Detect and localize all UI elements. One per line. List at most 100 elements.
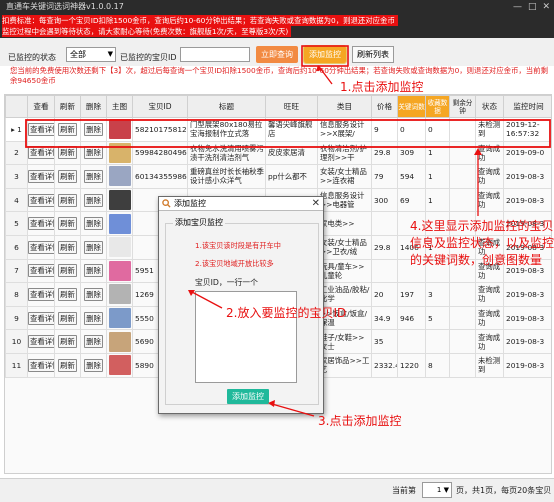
add-monitor-button[interactable]: 添加监控 [303, 45, 347, 64]
product-thumbnail [108, 166, 131, 187]
view-details-button[interactable]: 查看详情 [28, 311, 54, 325]
header-price[interactable]: 价格 [371, 95, 398, 118]
header-keyword-count[interactable]: 关键词数 [397, 95, 426, 118]
refresh-row-button[interactable]: 刷新 [58, 146, 77, 160]
header-category[interactable]: 类目 [317, 95, 372, 118]
item-id-cell: 58210175812 [132, 117, 188, 142]
delete-row-button[interactable]: 删除 [84, 264, 103, 278]
refresh-row-button[interactable]: 刷新 [58, 240, 77, 254]
refresh-row-button[interactable]: 刷新 [58, 287, 77, 301]
status-filter-select[interactable]: 全部 ▼ [66, 47, 116, 62]
page-select[interactable]: 1 ▼ [422, 482, 452, 498]
refresh-row-button[interactable]: 刷新 [58, 193, 77, 207]
view-details-button[interactable]: 查看详情 [28, 169, 54, 183]
fee-notice: 扣费标准：每查询一个宝贝ID扣除1500金币，查询后约10-60分钟出结果；若查… [0, 14, 554, 38]
close-icon[interactable]: ✕ [542, 0, 550, 14]
refresh-row-button[interactable]: 刷新 [58, 335, 77, 349]
image-cell [106, 211, 133, 236]
status-cell: 查询成功 [475, 329, 504, 354]
view-details-button[interactable]: 查看详情 [28, 240, 54, 254]
header-minutes-left[interactable]: 剩余分钟 [449, 95, 476, 118]
header-monitor-time[interactable]: 监控时间 [503, 95, 551, 118]
view-details-button[interactable]: 查看详情 [28, 146, 54, 160]
refresh-row-button[interactable]: 刷新 [58, 311, 77, 325]
header-refresh[interactable]: 刷新 [54, 95, 81, 118]
header-status[interactable]: 状态 [475, 95, 504, 118]
keyword-count-cell: 69 [397, 187, 426, 213]
view-cell: 查看详情 [27, 140, 55, 166]
delete-row-button[interactable]: 删除 [84, 335, 103, 349]
delete-row-button[interactable]: 删除 [84, 146, 103, 160]
toolbar: 已监控的状态 全部 ▼ 已监控的宝贝ID 立即查询 添加监控 刷新列表 [0, 38, 554, 66]
refresh-list-button[interactable]: 刷新列表 [352, 46, 394, 63]
delete-row-button[interactable]: 删除 [84, 240, 103, 254]
delete-cell: 删除 [80, 187, 107, 213]
header-title[interactable]: 标题 [187, 95, 266, 118]
product-thumbnail [108, 237, 131, 258]
maximize-icon[interactable]: □ [528, 0, 537, 14]
itemid-filter-input[interactable] [180, 47, 250, 62]
window-title: 直通车关键词选词神器v1.0.0.17 [6, 2, 124, 11]
header-fav-data[interactable]: 收藏数据 [425, 95, 450, 118]
row-number: 9 [5, 305, 28, 331]
item-id-cell: 59984280496 [132, 140, 188, 166]
fav-data-cell: 5 [425, 305, 450, 331]
header-delete[interactable]: 删除 [80, 95, 107, 118]
image-cell [106, 329, 133, 354]
delete-row-button[interactable]: 删除 [84, 311, 103, 325]
table-row[interactable]: 2查看详情刷新删除 59984280496衣物免水洗清用喷雾污渍干洗剂清洁剂气皮皮… [5, 140, 551, 166]
refresh-cell: 刷新 [54, 211, 81, 236]
header-item-id[interactable]: 宝贝ID [132, 95, 188, 118]
table-row[interactable]: 3查看详情刷新删除 60134355986重磅真丝时长长袖秋季设计感小众洋气pp什… [5, 164, 551, 189]
pager-summary: 页，共1页，每页20条宝贝 [456, 486, 552, 495]
dialog-add-button[interactable]: 添加监控 [227, 389, 269, 404]
header-view[interactable]: 查看 [27, 95, 55, 118]
annotation-step-4: 4.这里显示添加监控的宝贝信息及监控状态，以及监控的关键词数，创意图数量 [410, 219, 554, 267]
wangwang-cell: pp什么都不 [265, 164, 318, 189]
product-thumbnail [108, 190, 131, 211]
dialog-tip-2: 2.该宝贝地域开放比较多 [195, 259, 274, 268]
monitor-time-cell: 2019-08-3 [503, 305, 551, 331]
view-details-button[interactable]: 查看详情 [28, 193, 54, 207]
refresh-row-button[interactable]: 刷新 [58, 169, 77, 183]
view-details-button[interactable]: 查看详情 [28, 335, 54, 349]
delete-row-button[interactable]: 删除 [84, 358, 103, 372]
table-header: 查看 刷新 删除 主图 宝贝ID 标题 旺旺 类目 价格 关键词数 收藏数据 剩… [5, 95, 551, 118]
refresh-row-button[interactable]: 刷新 [58, 264, 77, 278]
status-cell: 查询成功 [475, 282, 504, 307]
row-number: 3 [5, 164, 28, 189]
refresh-row-button[interactable]: 刷新 [58, 358, 77, 372]
minutes-left-cell [449, 164, 476, 189]
delete-cell: 删除 [80, 352, 107, 378]
delete-row-button[interactable]: 删除 [84, 287, 103, 301]
query-now-button[interactable]: 立即查询 [256, 46, 298, 63]
view-details-button[interactable]: 查看详情 [28, 122, 54, 136]
page-number: 1 [436, 486, 442, 494]
refresh-row-button[interactable]: 刷新 [58, 217, 77, 231]
fav-data-cell: 8 [425, 352, 450, 378]
view-cell: 查看详情 [27, 187, 55, 213]
price-cell: 29.8 [371, 234, 398, 260]
delete-row-button[interactable]: 删除 [84, 217, 103, 231]
refresh-row-button[interactable]: 刷新 [58, 122, 77, 136]
view-details-button[interactable]: 查看详情 [28, 358, 54, 372]
delete-row-button[interactable]: 删除 [84, 122, 103, 136]
view-details-button[interactable]: 查看详情 [28, 217, 54, 231]
delete-row-button[interactable]: 删除 [84, 193, 103, 207]
image-cell [106, 187, 133, 213]
table-row[interactable]: ▸ 1查看详情刷新删除 58210175812门型展架80x180易拉宝海报制作立… [5, 117, 551, 142]
keyword-count-cell: 594 [397, 164, 426, 189]
view-details-button[interactable]: 查看详情 [28, 287, 54, 301]
minimize-icon[interactable]: — [513, 0, 522, 14]
image-cell [106, 282, 133, 307]
delete-cell: 删除 [80, 140, 107, 166]
dialog-tip-1: 1.该宝贝该时段是有开车中 [195, 241, 281, 250]
refresh-cell: 刷新 [54, 234, 81, 260]
delete-row-button[interactable]: 删除 [84, 169, 103, 183]
dialog-close-icon[interactable]: ✕ [312, 197, 320, 211]
row-number: 5 [5, 211, 28, 236]
price-cell: 34.9 [371, 305, 398, 331]
view-details-button[interactable]: 查看详情 [28, 264, 54, 278]
header-wangwang[interactable]: 旺旺 [265, 95, 318, 118]
header-image[interactable]: 主图 [106, 95, 133, 118]
